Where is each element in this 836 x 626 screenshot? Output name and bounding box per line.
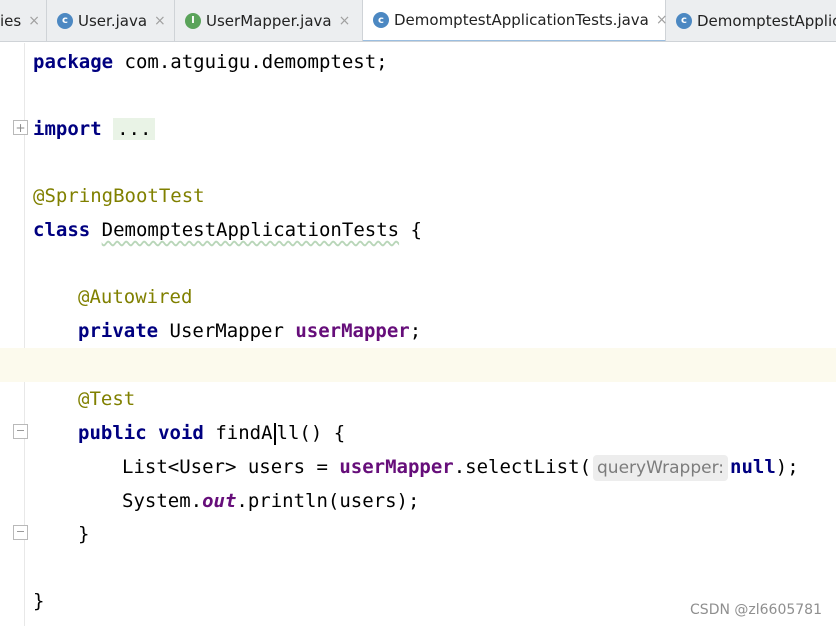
code-line-test-annotation: @Test bbox=[78, 382, 135, 416]
tab-usermapper-java[interactable]: I UserMapper.java × bbox=[175, 0, 363, 41]
tab-demomptest-application[interactable]: c DemomptestApplic bbox=[666, 0, 836, 41]
code-line-class-decl: class DemomptestApplicationTests { bbox=[33, 213, 422, 247]
list-declaration: List<User> users = bbox=[122, 456, 340, 478]
keyword-import: import bbox=[33, 118, 102, 140]
code-line-package: package com.atguigu.demomptest; bbox=[33, 45, 388, 79]
close-icon[interactable]: × bbox=[28, 13, 40, 29]
field-usermapper: userMapper bbox=[295, 320, 410, 342]
keyword-private: private bbox=[78, 320, 159, 342]
keyword-class: class bbox=[33, 219, 91, 241]
class-open-brace: { bbox=[399, 219, 422, 241]
fold-collapse-icon[interactable] bbox=[13, 424, 28, 439]
watermark: CSDN @zl6605781 bbox=[690, 602, 822, 618]
code-line-method-close: } bbox=[78, 517, 89, 551]
parameter-hint: queryWrapper: bbox=[593, 455, 729, 481]
system-class: System. bbox=[122, 490, 203, 512]
annotation-test: @Test bbox=[78, 388, 136, 410]
code-line-autowired: @Autowired bbox=[78, 280, 192, 314]
call-end: ); bbox=[775, 456, 799, 478]
code-line-println: System.out.println(users); bbox=[122, 484, 419, 518]
code-line-field: private UserMapper userMapper; bbox=[78, 314, 421, 348]
annotation-springboottest: @SpringBootTest bbox=[33, 185, 205, 207]
interface-icon: I bbox=[185, 12, 201, 29]
close-icon[interactable]: × bbox=[339, 13, 351, 29]
code-line-class-close: } bbox=[33, 584, 44, 618]
keyword-null: null bbox=[730, 456, 776, 478]
text-cursor bbox=[273, 422, 276, 445]
keyword-package: package bbox=[33, 51, 114, 73]
usermapper-reference: userMapper bbox=[339, 456, 454, 478]
spring-class-icon: c bbox=[676, 12, 692, 29]
tab-label: User.java bbox=[78, 11, 148, 30]
fold-expand-icon[interactable]: + bbox=[13, 120, 28, 135]
code-line-method-decl: public void findA ll() { bbox=[78, 416, 345, 450]
fold-collapse-icon[interactable] bbox=[13, 525, 28, 540]
method-name-part1: findA bbox=[215, 422, 273, 444]
tab-label: ies bbox=[0, 11, 22, 30]
code-line-select-list: List<User> users = userMapper.selectList… bbox=[122, 450, 799, 484]
keyword-void: void bbox=[158, 422, 204, 444]
code-line-import: import ... bbox=[33, 112, 156, 146]
close-icon[interactable]: × bbox=[154, 13, 166, 29]
package-name: com.atguigu.demomptest; bbox=[113, 51, 388, 73]
keyword-public: public bbox=[78, 422, 147, 444]
current-line-highlight bbox=[0, 348, 836, 382]
method-close-brace: } bbox=[78, 523, 90, 545]
class-name: DemomptestApplicationTests bbox=[101, 219, 400, 241]
select-list-call: .selectList( bbox=[453, 456, 592, 478]
annotation-autowired: @Autowired bbox=[78, 286, 193, 308]
editor-tab-bar: ies × c User.java × I UserMapper.java × … bbox=[0, 0, 836, 42]
tab-label: DemomptestApplic bbox=[697, 11, 836, 30]
tab-label: UserMapper.java bbox=[206, 11, 332, 30]
tab-label: DemomptestApplicationTests.java bbox=[394, 11, 649, 29]
test-class-icon: c bbox=[373, 12, 389, 28]
code-line-annotation: @SpringBootTest bbox=[33, 179, 205, 213]
class-icon: c bbox=[57, 12, 73, 29]
field-type: UserMapper bbox=[158, 320, 296, 342]
tab-demomptest-application-tests[interactable]: c DemomptestApplicationTests.java × bbox=[363, 0, 668, 41]
method-name-part2: ll() { bbox=[276, 422, 346, 444]
code-editor[interactable]: + package com.atguigu.demomptest; import… bbox=[0, 43, 836, 626]
println-call: .println(users); bbox=[236, 490, 420, 512]
semicolon: ; bbox=[409, 320, 422, 342]
folded-imports[interactable]: ... bbox=[113, 118, 156, 140]
class-close-brace: } bbox=[33, 590, 45, 612]
tab-user-java[interactable]: c User.java × bbox=[47, 0, 175, 41]
tab-properties[interactable]: ies × bbox=[0, 0, 47, 41]
static-field-out: out bbox=[202, 490, 237, 512]
